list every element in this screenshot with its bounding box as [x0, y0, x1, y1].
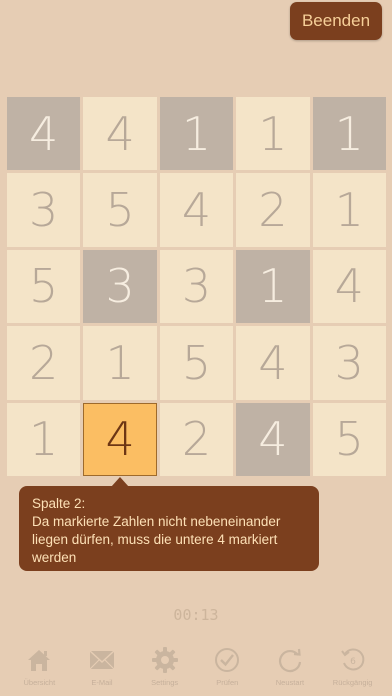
settings-label: Settings [151, 678, 179, 687]
cell-selected[interactable]: 4 [83, 402, 157, 476]
cell[interactable]: 3 [159, 249, 234, 324]
cell[interactable]: 5 [159, 326, 234, 400]
undo-count: 6 [350, 657, 356, 667]
cell-marked[interactable]: 4 [236, 402, 310, 476]
cell[interactable]: 5 [312, 402, 386, 476]
settings-button[interactable]: Settings [136, 646, 194, 696]
cell[interactable]: 2 [236, 173, 310, 247]
cell[interactable]: 5 [7, 249, 81, 324]
cell[interactable]: 5 [83, 173, 157, 247]
overview-label: Übersicht [23, 678, 56, 687]
cell[interactable]: 4 [236, 326, 310, 400]
puzzle-grid: 4411135421533142154314245 [7, 97, 386, 476]
restart-button[interactable]: Neustart [261, 646, 319, 696]
check-button[interactable]: Prüfen [198, 646, 256, 696]
cell[interactable]: 1 [83, 326, 157, 400]
restart-label: Neustart [275, 678, 305, 687]
overview-button[interactable]: Übersicht [10, 646, 68, 696]
hint-title: Spalte 2: [32, 496, 86, 511]
cell-marked[interactable]: 1 [159, 97, 234, 171]
hint-bubble: Spalte 2: Da markierte Zahlen nicht nebe… [19, 486, 319, 571]
cell-marked[interactable]: 1 [236, 249, 310, 324]
cell-marked[interactable]: 3 [83, 249, 157, 324]
cell[interactable]: 3 [312, 326, 386, 400]
mail-icon [89, 650, 115, 670]
check-label: Prüfen [216, 678, 239, 687]
cell[interactable]: 1 [236, 97, 310, 171]
cell[interactable]: 2 [7, 326, 81, 400]
cell[interactable]: 4 [312, 249, 386, 324]
undo-button[interactable]: 6 Rückgängig [324, 646, 382, 696]
cell[interactable]: 4 [159, 173, 234, 247]
cell[interactable]: 1 [312, 173, 386, 247]
home-icon [28, 650, 51, 671]
timer: 00:13 [173, 606, 219, 624]
email-button[interactable]: E-Mail [73, 646, 131, 696]
cell[interactable]: 1 [7, 402, 81, 476]
email-label: E-Mail [91, 678, 113, 687]
cell-marked[interactable]: 4 [7, 97, 81, 171]
toolbar: Übersicht E-Mail Settings Prüfen Neustar… [0, 646, 392, 696]
check-circle-icon [215, 648, 240, 672]
hint-text: Da markierte Zahlen nicht nebeneinander … [32, 514, 281, 565]
cell-marked[interactable]: 1 [312, 97, 386, 171]
undo-icon: 6 [340, 648, 364, 671]
cell[interactable]: 2 [159, 402, 234, 476]
gear-icon [151, 647, 178, 673]
end-button[interactable]: Beenden [290, 2, 382, 40]
cell[interactable]: 3 [7, 173, 81, 247]
cell[interactable]: 4 [83, 97, 157, 171]
restart-icon [278, 648, 302, 673]
undo-label: Rückgängig [332, 678, 373, 687]
